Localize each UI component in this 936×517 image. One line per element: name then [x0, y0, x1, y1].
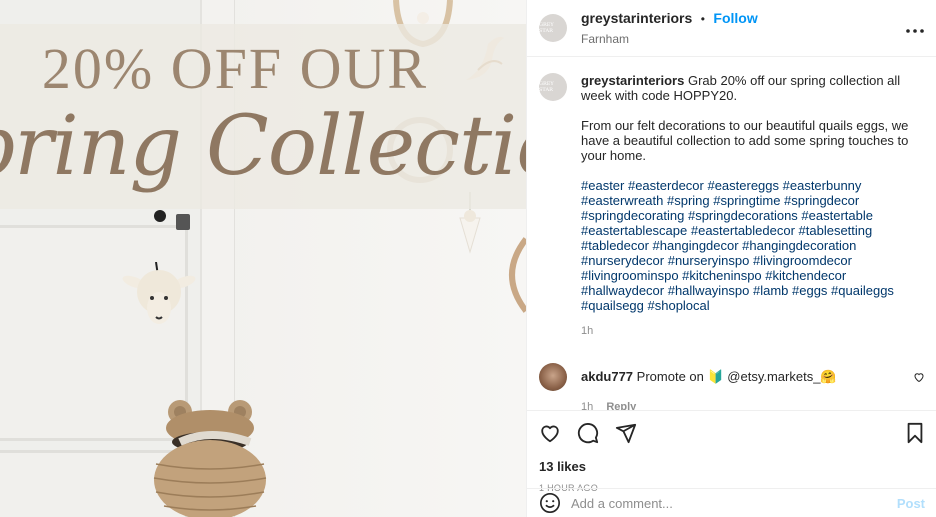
caption-hashtags[interactable]: #easter #easterdecor #eastereggs #easter…	[581, 178, 925, 313]
comment-username[interactable]: akdu777	[581, 369, 633, 384]
wreath-decoration-right	[509, 237, 526, 313]
post-comment-button[interactable]: Post	[897, 496, 925, 511]
door-handle	[176, 214, 190, 230]
likes-count[interactable]: 13 likes	[539, 459, 925, 474]
caption-avatar[interactable]: GREY STAR	[539, 73, 567, 101]
post-image[interactable]: 20% OFF OUR Spring Collection	[0, 0, 526, 517]
post-header: GREY STAR greystarinteriors • Follow Far…	[527, 0, 936, 57]
comment-text: Promote on 🔰 @etsy.markets_🤗	[636, 369, 837, 384]
caption-time: 1h	[581, 325, 594, 337]
commenter-avatar[interactable]	[539, 363, 567, 391]
promo-headline: 20% OFF OUR	[41, 36, 429, 101]
follow-button[interactable]: Follow	[713, 10, 757, 26]
comments-section: GREY STAR greystarinteriors Grab 20% off…	[527, 57, 936, 410]
caption-username[interactable]: greystarinteriors	[581, 73, 684, 88]
svg-text:Spring Collection: Spring Collection	[0, 99, 526, 194]
save-bookmark-icon[interactable]	[905, 422, 925, 444]
more-horizontal-icon[interactable]	[905, 18, 925, 39]
promo-script-text: Spring Collection	[0, 99, 526, 194]
emoji-icon[interactable]	[539, 492, 561, 514]
comment-input[interactable]: Add a comment...	[571, 496, 897, 511]
separator-dot: •	[700, 12, 705, 26]
share-paper-plane-icon[interactable]	[615, 422, 637, 444]
hanging-loop	[154, 210, 166, 222]
comment: akdu777 Promote on 🔰 @etsy.markets_🤗 1h …	[539, 363, 925, 410]
caption: GREY STAR greystarinteriors Grab 20% off…	[539, 73, 925, 339]
reply-button[interactable]: Reply	[606, 401, 636, 410]
comment-like-heart-icon[interactable]	[913, 371, 925, 383]
instagram-post: 20% OFF OUR Spring Collection GREY STAR …	[0, 0, 936, 517]
lamb-head-decoration	[122, 262, 196, 324]
comment-time: 1h	[581, 401, 594, 410]
avatar[interactable]: GREY STAR	[539, 14, 567, 42]
wicker-basket	[153, 400, 267, 517]
like-heart-icon[interactable]	[539, 422, 561, 444]
header-username[interactable]: greystarinteriors	[581, 10, 692, 26]
caption-paragraph: From our felt decorations to our beautif…	[581, 118, 909, 163]
location-link[interactable]: Farnham	[581, 32, 905, 46]
comment-bubble-icon[interactable]	[577, 422, 599, 444]
post-sidebar: GREY STAR greystarinteriors • Follow Far…	[526, 0, 936, 517]
add-comment-bar: Add a comment... Post	[527, 488, 936, 517]
bird-decoration	[466, 36, 504, 80]
